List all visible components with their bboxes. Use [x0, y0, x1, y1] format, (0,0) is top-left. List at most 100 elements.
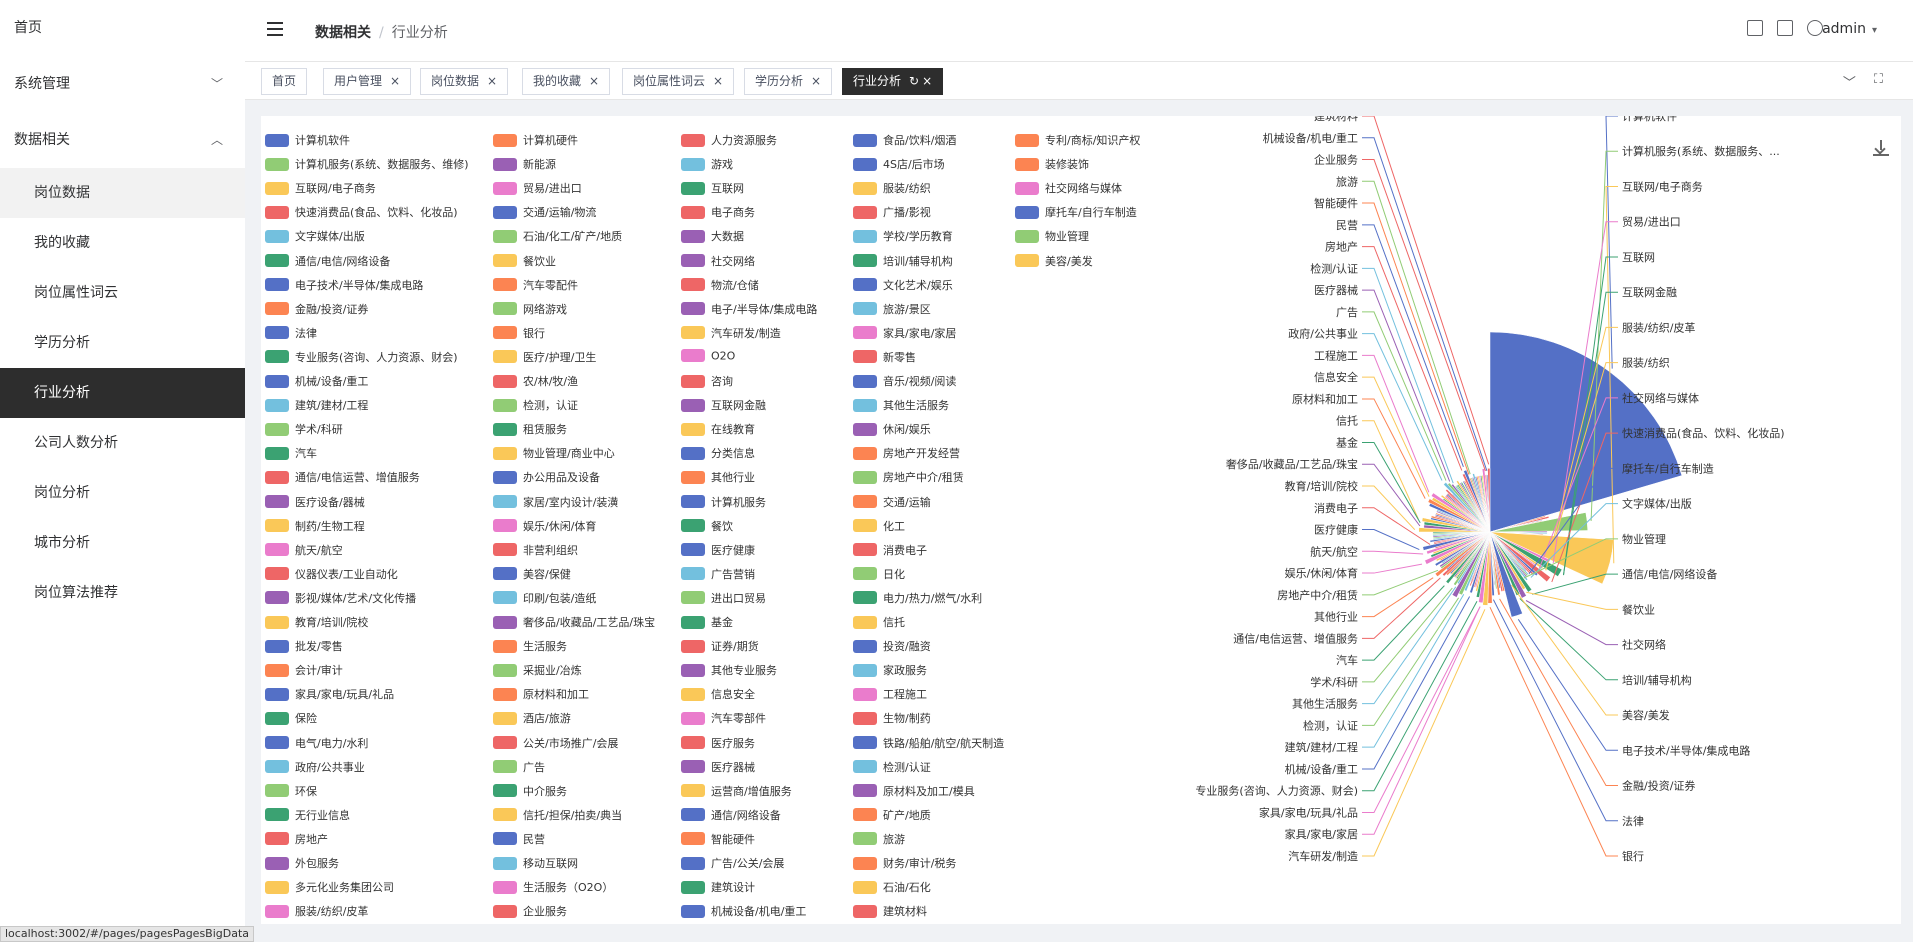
- slice-label: 旅游: [1336, 174, 1358, 188]
- label-leader-line: [1362, 587, 1453, 683]
- sidebar-item-industry[interactable]: 行业分析: [0, 368, 245, 418]
- tab-home[interactable]: 首页: [261, 68, 308, 95]
- menu-toggle-icon[interactable]: [267, 22, 283, 38]
- sidebar-item-job-analysis[interactable]: 岗位分析: [0, 468, 245, 518]
- tab-label: 用户管理: [334, 74, 383, 88]
- slice-label: 广告: [1336, 306, 1358, 319]
- breadcrumb: 数据相关 / 行业分析: [315, 22, 448, 42]
- slice-label: 文字媒体/出版: [1622, 497, 1692, 511]
- tab-label: 行业分析: [853, 74, 902, 88]
- slice-label: 信息安全: [1314, 370, 1358, 384]
- slice-label: 智能硬件: [1314, 196, 1358, 210]
- slice-label: 物业管理: [1622, 532, 1666, 546]
- menu-home[interactable]: 首页: [0, 0, 245, 56]
- tab-job-data[interactable]: 岗位数据 ×: [420, 68, 509, 95]
- slice-label: 教育/培训/院校: [1285, 479, 1358, 493]
- tabs-controls: ﹀ ⛶: [1843, 72, 1883, 91]
- sidebar-item-word-cloud[interactable]: 岗位属性词云: [0, 268, 245, 318]
- slice-label: 家具/家电/玩具/礼品: [1259, 805, 1358, 819]
- download-icon[interactable]: [1873, 140, 1889, 156]
- slice-label: 银行: [1622, 849, 1644, 863]
- chevron-down-icon: ﹀: [210, 77, 223, 91]
- breadcrumb-parent[interactable]: 数据相关: [315, 25, 371, 41]
- close-icon[interactable]: ×: [487, 74, 497, 88]
- label-leader-line: [1362, 609, 1486, 857]
- fullscreen-icon[interactable]: ⛶: [1874, 72, 1883, 91]
- close-icon[interactable]: ×: [390, 74, 400, 88]
- close-icon[interactable]: ×: [589, 74, 599, 88]
- tab-label: 我的收藏: [533, 74, 582, 88]
- copy-icon[interactable]: [1777, 20, 1793, 36]
- slice-label: 计算机服务(系统、数据服务、...: [1622, 144, 1780, 158]
- header: 数据相关 / 行业分析 admin ▾: [245, 0, 1913, 62]
- slice-label: 检测/认证: [1310, 261, 1358, 275]
- slice-label: 政府/公共事业: [1288, 327, 1358, 341]
- label-leader-line: [1362, 202, 1470, 475]
- sidebar-item-education[interactable]: 学历分析: [0, 318, 245, 368]
- tab-label: 岗位属性词云: [633, 74, 706, 88]
- chevron-down-icon[interactable]: ﹀: [1843, 72, 1856, 91]
- tab-favorites[interactable]: 我的收藏 ×: [522, 68, 611, 95]
- user-menu[interactable]: admin ▾: [1822, 21, 1877, 37]
- slice-label: 奢侈品/收藏品/工艺品/珠宝: [1226, 457, 1358, 471]
- breadcrumb-current: 行业分析: [391, 25, 448, 41]
- tab-label: 岗位数据: [431, 74, 480, 88]
- label-leader-line: [1605, 116, 1618, 369]
- close-icon[interactable]: ×: [811, 74, 821, 88]
- slice-label: 航天/航空: [1310, 544, 1358, 558]
- tab-label: 首页: [272, 74, 297, 88]
- slice-label: 检测，认证: [1303, 718, 1358, 732]
- tab-word-cloud[interactable]: 岗位属性词云 ×: [622, 68, 735, 95]
- slice-label: 服装/纺织/皮革: [1622, 320, 1695, 334]
- label-leader-line: [1517, 619, 1618, 751]
- tab-label: 学历分析: [755, 74, 804, 88]
- label-leader-line: [1362, 246, 1463, 471]
- menu-system-label: 系统管理: [14, 76, 70, 92]
- label-leader-line: [1362, 137, 1488, 472]
- slice-label: 房地产: [1325, 240, 1358, 254]
- slice-label: 专业服务(咨询、人力资源、财会): [1195, 784, 1358, 798]
- sidebar-item-favorites[interactable]: 我的收藏: [0, 218, 245, 268]
- tabs-bar: 首页 用户管理 × 岗位数据 × 我的收藏 × 岗位属性词云 × 学历分析 × 行业分析 ↻…: [245, 62, 1913, 100]
- label-leader-line: [1362, 376, 1430, 497]
- refresh-icon[interactable]: ↻: [909, 74, 919, 88]
- slice-label: 美容/美发: [1622, 708, 1670, 722]
- slice-label: 医疗健康: [1314, 523, 1358, 537]
- sidebar: 首页 系统管理 ﹀ 数据相关 ︿ 岗位数据 我的收藏 岗位属性词云 学历分析 行业分…: [0, 0, 245, 942]
- sidebar-item-recommend[interactable]: 岗位算法推荐: [0, 568, 245, 618]
- label-leader-line: [1362, 594, 1465, 748]
- gear-icon[interactable]: [1807, 20, 1823, 36]
- slice-label: 基金: [1336, 435, 1358, 449]
- label-leader-line: [1519, 598, 1618, 681]
- slice-label: 汽车研发/制造: [1288, 849, 1358, 863]
- slice-label: 餐饮业: [1622, 602, 1655, 616]
- slice-label: 消费电子: [1314, 501, 1358, 515]
- label-leader-line: [1511, 584, 1618, 716]
- tab-industry[interactable]: 行业分析 ↻ ×: [842, 68, 944, 95]
- menu-system[interactable]: 系统管理 ﹀: [0, 56, 245, 112]
- label-leader-line: [1362, 463, 1421, 527]
- menu-data-label: 数据相关: [14, 132, 70, 148]
- menu-data[interactable]: 数据相关 ︿: [0, 112, 245, 168]
- sidebar-item-job-data[interactable]: 岗位数据: [0, 168, 245, 218]
- slice-label: 通信/电信/网络设备: [1622, 567, 1717, 581]
- close-icon[interactable]: ×: [713, 74, 723, 88]
- label-leader-line: [1362, 398, 1426, 499]
- slice-label: 建筑/建材/工程: [1285, 740, 1358, 754]
- slice-label: 学术/科研: [1310, 675, 1358, 689]
- chart-card: 计算机软件 计算机硬件 人力资源服务 食品/饮料/烟酒 专利/商标/知识产权 计算机服务(…: [261, 116, 1901, 924]
- tab-user-management[interactable]: 用户管理 ×: [323, 68, 412, 95]
- slice-label: 通信/电信运营、增值服务: [1233, 631, 1358, 645]
- fullscreen-icon[interactable]: [1747, 20, 1763, 36]
- label-leader-line: [1362, 441, 1421, 524]
- slice-label: 民营: [1336, 218, 1358, 232]
- tab-education[interactable]: 学历分析 ×: [744, 68, 833, 95]
- chevron-up-icon: ︿: [210, 133, 223, 147]
- label-leader-line: [1362, 606, 1481, 813]
- label-leader-line: [1362, 529, 1420, 551]
- sidebar-item-city[interactable]: 城市分析: [0, 518, 245, 568]
- slice-label: 其他行业: [1314, 611, 1358, 624]
- close-icon[interactable]: ×: [922, 74, 932, 88]
- sidebar-item-company-size[interactable]: 公司人数分析: [0, 418, 245, 468]
- user-name: admin: [1822, 21, 1866, 37]
